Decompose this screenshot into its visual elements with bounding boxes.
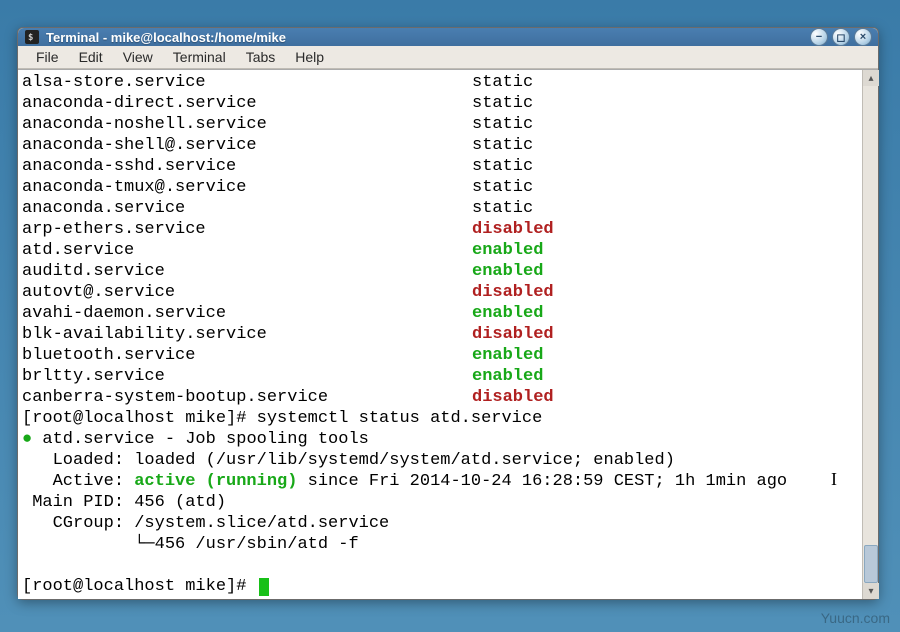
menu-tabs[interactable]: Tabs — [236, 46, 286, 68]
scroll-thumb[interactable] — [864, 545, 878, 583]
watermark: Yuucn.com — [821, 610, 890, 626]
menu-terminal[interactable]: Terminal — [163, 46, 236, 68]
minimize-button[interactable]: − — [810, 28, 828, 46]
service-row: arp-ethers.service disabled — [22, 219, 858, 240]
prompt-line: [root@localhost mike]# systemctl status … — [22, 408, 858, 429]
service-row: avahi-daemon.service enabled — [22, 303, 858, 324]
menubar: File Edit View Terminal Tabs Help — [18, 46, 878, 69]
service-row: bluetooth.service enabled — [22, 345, 858, 366]
menu-file[interactable]: File — [26, 46, 69, 68]
service-row: anaconda-sshd.service static — [22, 156, 858, 177]
service-row: atd.service enabled — [22, 240, 858, 261]
maximize-button[interactable]: ◻ — [832, 28, 850, 46]
service-row: alsa-store.service static — [22, 72, 858, 93]
terminal-output[interactable]: alsa-store.service staticanaconda-direct… — [18, 70, 862, 599]
service-row: canberra-system-bootup.service disabled — [22, 387, 858, 408]
status-mainpid: Main PID: 456 (atd) — [22, 492, 858, 513]
window-title: Terminal - mike@localhost:/home/mike — [46, 30, 810, 45]
status-loaded: Loaded: loaded (/usr/lib/systemd/system/… — [22, 450, 858, 471]
titlebar[interactable]: $ Terminal - mike@localhost:/home/mike −… — [18, 28, 878, 46]
service-row: anaconda-direct.service static — [22, 93, 858, 114]
menu-help[interactable]: Help — [285, 46, 334, 68]
svg-text:$: $ — [28, 33, 33, 43]
service-row: brltty.service enabled — [22, 366, 858, 387]
scrollbar[interactable]: ▴ ▾ — [862, 70, 878, 599]
window-controls: − ◻ × — [810, 28, 872, 46]
close-button[interactable]: × — [854, 28, 872, 46]
service-row: auditd.service enabled — [22, 261, 858, 282]
status-header: ● atd.service - Job spooling tools — [22, 429, 858, 450]
service-row: anaconda-tmux@.service static — [22, 177, 858, 198]
scroll-up-button[interactable]: ▴ — [863, 70, 879, 86]
status-cgroup: CGroup: /system.slice/atd.service — [22, 513, 858, 534]
status-cgroup-child: └─456 /usr/sbin/atd -f — [22, 534, 858, 555]
terminal-icon: $ — [24, 29, 40, 45]
menu-view[interactable]: View — [113, 46, 163, 68]
service-row: anaconda.service static — [22, 198, 858, 219]
service-row: anaconda-shell@.service static — [22, 135, 858, 156]
service-row: anaconda-noshell.service static — [22, 114, 858, 135]
terminal-area: alsa-store.service staticanaconda-direct… — [18, 69, 878, 599]
menu-edit[interactable]: Edit — [69, 46, 113, 68]
service-row: autovt@.service disabled — [22, 282, 858, 303]
status-active: Active: active (running) since Fri 2014-… — [22, 471, 858, 492]
terminal-window: $ Terminal - mike@localhost:/home/mike −… — [17, 27, 879, 600]
status-blank — [22, 555, 858, 576]
scroll-down-button[interactable]: ▾ — [863, 583, 879, 599]
service-row: blk-availability.service disabled — [22, 324, 858, 345]
prompt-line-2: [root@localhost mike]# — [22, 576, 858, 597]
